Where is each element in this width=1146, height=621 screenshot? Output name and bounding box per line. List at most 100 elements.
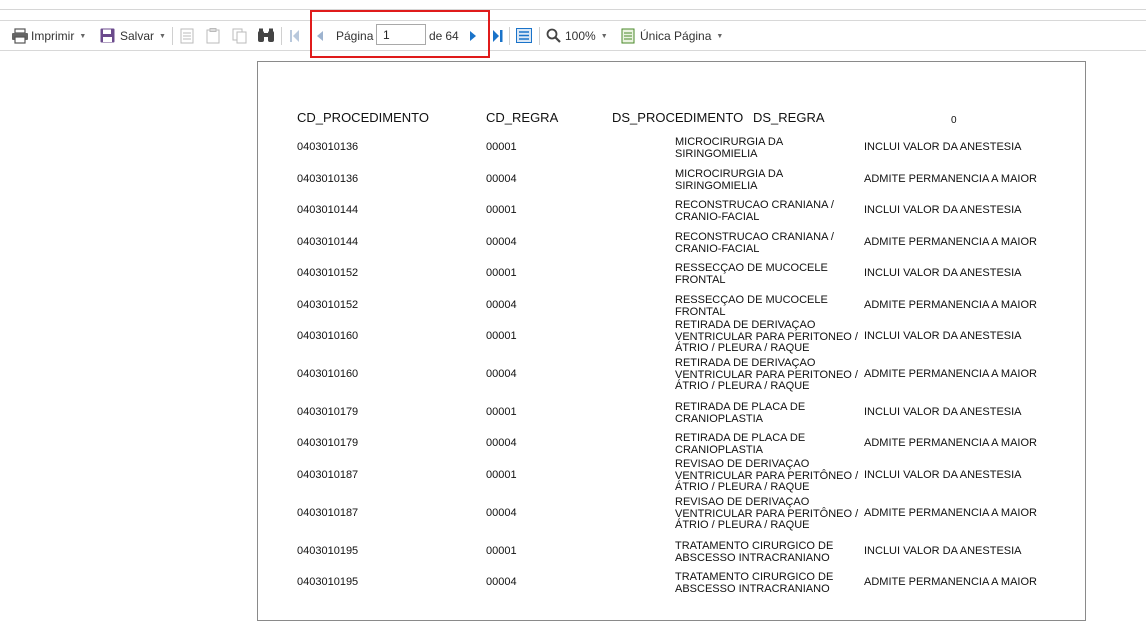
binoculars-icon — [257, 28, 275, 43]
zoom-dropdown[interactable]: 100% ▼ — [546, 21, 608, 50]
report-toolbar: Imprimir ▼ Salvar ▼ Página 1 de 64 100% … — [0, 20, 1146, 51]
next-page-icon — [469, 30, 477, 42]
ds-regra-cell: ADMITE PERMANENCIA A MAIOR — [864, 368, 1037, 380]
ds-procedimento-cell: RESSECÇAO DE MUCOCELE FRONTAL — [675, 294, 828, 318]
cd-regra-cell: 00001 — [486, 545, 517, 557]
ds-regra-cell: ADMITE PERMANENCIA A MAIOR — [864, 173, 1037, 185]
ds-procedimento-cell: MICROCIRURGIA DA SIRINGOMIELIA — [675, 168, 783, 192]
document-map-icon — [180, 28, 194, 44]
page-number-input[interactable] — [376, 24, 426, 45]
print-button[interactable]: Imprimir ▼ — [11, 21, 86, 50]
cd-procedimento-cell: 0403010195 — [297, 545, 359, 557]
cd-procedimento-cell: 0403010195 — [297, 576, 359, 588]
ds-procedimento-cell: RETIRADA DE DERIVAÇAO VENTRICULAR PARA P… — [675, 319, 858, 354]
document-map-button[interactable] — [180, 21, 194, 50]
ds-procedimento-cell: REVISAO DE DERIVAÇAO VENTRICULAR PARA PE… — [675, 458, 859, 493]
save-button[interactable]: Salvar ▼ — [100, 21, 166, 50]
header-ds-regra: DS_REGRA — [753, 110, 825, 125]
save-icon — [100, 28, 115, 43]
cd-procedimento-cell: 0403010144 — [297, 204, 359, 216]
find-button[interactable] — [257, 21, 275, 50]
cd-regra-cell: 00001 — [486, 406, 517, 418]
ds-regra-cell: INCLUI VALOR DA ANESTESIA — [864, 330, 1022, 342]
cd-regra-cell: 00004 — [486, 507, 517, 519]
single-page-icon — [621, 28, 635, 44]
view-layout-button[interactable] — [516, 21, 532, 50]
ds-regra-cell: INCLUI VALOR DA ANESTESIA — [864, 141, 1022, 153]
cd-procedimento-cell: 0403010160 — [297, 368, 359, 380]
save-dropdown-caret: ▼ — [159, 32, 166, 40]
ds-procedimento-cell: TRATAMENTO CIRURGICO DE ABSCESSO INTRACR… — [675, 540, 834, 564]
cd-regra-cell: 00001 — [486, 204, 517, 216]
ds-procedimento-cell: RETIRADA DE PLACA DE CRANIOPLASTIA — [675, 401, 806, 425]
cd-regra-cell: 00004 — [486, 173, 517, 185]
header-cd-regra: CD_REGRA — [486, 110, 559, 125]
view-mode-dropdown[interactable]: Única Página ▼ — [621, 21, 723, 50]
ds-regra-cell: ADMITE PERMANENCIA A MAIOR — [864, 299, 1037, 311]
view-mode-label: Única Página — [640, 28, 712, 43]
save-label: Salvar — [120, 28, 155, 43]
ds-regra-cell: INCLUI VALOR DA ANESTESIA — [864, 545, 1022, 557]
cd-procedimento-cell: 0403010187 — [297, 507, 359, 519]
last-page-button[interactable] — [492, 21, 504, 50]
cd-regra-cell: 00001 — [486, 330, 517, 342]
cd-procedimento-cell: 0403010179 — [297, 406, 359, 418]
total-pages: 64 — [445, 28, 459, 43]
first-page-icon — [289, 29, 300, 43]
ds-regra-cell: INCLUI VALOR DA ANESTESIA — [864, 204, 1022, 216]
report-page: CD_PROCEDIMENTO CD_REGRA DS_PROCEDIMENTO… — [257, 61, 1086, 621]
cd-procedimento-cell: 0403010152 — [297, 267, 359, 279]
page-label: Página — [336, 28, 374, 43]
ds-regra-cell: INCLUI VALOR DA ANESTESIA — [864, 406, 1022, 418]
cd-regra-cell: 00001 — [486, 141, 517, 153]
parameters-button[interactable] — [206, 21, 220, 50]
ds-regra-cell: ADMITE PERMANENCIA A MAIOR — [864, 236, 1037, 248]
cd-procedimento-cell: 0403010187 — [297, 469, 359, 481]
cd-procedimento-cell: 0403010136 — [297, 173, 359, 185]
zoom-dropdown-caret: ▼ — [600, 32, 608, 40]
cd-regra-cell: 00001 — [486, 469, 517, 481]
ds-procedimento-cell: TRATAMENTO CIRURGICO DE ABSCESSO INTRACR… — [675, 571, 834, 595]
zoom-icon — [546, 28, 561, 43]
cd-regra-cell: 00004 — [486, 236, 517, 248]
page-layout-icon — [516, 28, 532, 43]
ds-regra-cell: ADMITE PERMANENCIA A MAIOR — [864, 437, 1037, 449]
toolbar-separator — [509, 27, 510, 45]
ds-procedimento-cell: RETIRADA DE DERIVAÇAO VENTRICULAR PARA P… — [675, 357, 858, 392]
cd-regra-cell: 00001 — [486, 267, 517, 279]
zoom-label: 100% — [565, 28, 596, 43]
copy-button[interactable] — [232, 21, 248, 50]
table-row: 0403010195 00004 TRATAMENTO CIRURGICO DE A… — [258, 62, 1087, 594]
header-ds-procedimento: DS_PROCEDIMENTO — [612, 110, 744, 125]
ds-regra-cell: ADMITE PERMANENCIA A MAIOR — [864, 507, 1037, 519]
clipboard-icon — [206, 27, 220, 44]
ds-procedimento-cell: RECONSTRUCAO CRANIANA / CRANIO-FACIAL — [675, 231, 834, 255]
cd-procedimento-cell: 0403010144 — [297, 236, 359, 248]
previous-page-button[interactable] — [316, 21, 324, 50]
of-label: de — [429, 28, 443, 43]
cd-procedimento-cell: 0403010152 — [297, 299, 359, 311]
cd-procedimento-cell: 0403010136 — [297, 141, 359, 153]
ds-procedimento-cell: RETIRADA DE PLACA DE CRANIOPLASTIA — [675, 432, 806, 456]
of-pages-text: de 64 — [429, 21, 459, 50]
print-label: Imprimir — [31, 28, 75, 43]
toolbar-separator — [281, 27, 282, 45]
cd-regra-cell: 00004 — [486, 299, 517, 311]
last-page-icon — [492, 29, 504, 43]
header-zero: 0 — [951, 115, 957, 126]
next-page-button[interactable] — [469, 21, 477, 50]
cd-regra-cell: 00004 — [486, 437, 517, 449]
printer-icon — [11, 27, 29, 44]
cd-procedimento-cell: 0403010160 — [297, 330, 359, 342]
print-dropdown-caret: ▼ — [79, 32, 87, 40]
ds-regra-cell: INCLUI VALOR DA ANESTESIA — [864, 267, 1022, 279]
top-divider — [0, 9, 1146, 10]
first-page-button[interactable] — [289, 21, 300, 50]
copy-icon — [232, 28, 248, 44]
ds-regra-cell: INCLUI VALOR DA ANESTESIA — [864, 469, 1022, 481]
header-cd-procedimento: CD_PROCEDIMENTO — [297, 110, 429, 125]
previous-page-icon — [316, 30, 324, 42]
cd-regra-cell: 00004 — [486, 368, 517, 380]
cd-procedimento-cell: 0403010179 — [297, 437, 359, 449]
ds-procedimento-cell: REVISAO DE DERIVAÇAO VENTRICULAR PARA PE… — [675, 496, 859, 531]
